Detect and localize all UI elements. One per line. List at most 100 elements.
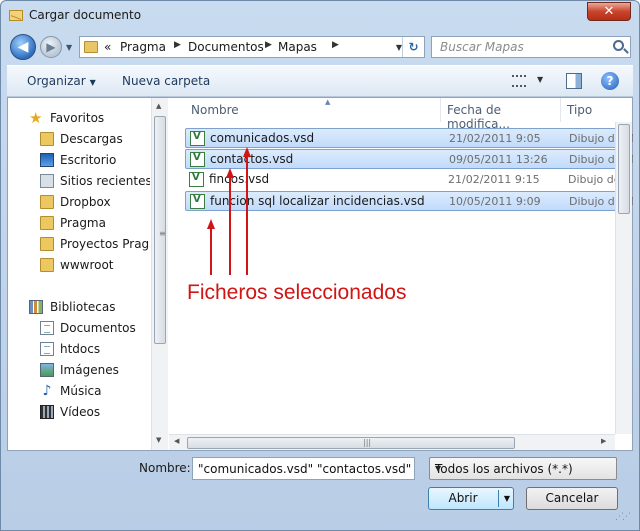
file-type-select[interactable]: Todos los archivos (*.*) ▼ bbox=[429, 457, 617, 480]
scrollbar-thumb[interactable] bbox=[618, 124, 630, 214]
music-note-icon: ♪ bbox=[42, 383, 52, 399]
refresh-button[interactable]: ↻ bbox=[402, 37, 424, 57]
sidebar-item-label: Dropbox bbox=[60, 195, 111, 209]
file-name: contactos.vsd bbox=[210, 152, 294, 166]
document-icon bbox=[40, 342, 54, 356]
sidebar-item-favoritos[interactable]: ★ Favoritos bbox=[8, 108, 150, 129]
sidebar-item-imagenes[interactable]: Imágenes bbox=[8, 360, 150, 381]
command-toolbar: Organizar ▼ Nueva carpeta ▼ ? bbox=[7, 65, 633, 97]
open-options-chevron-down-icon[interactable]: ▼ bbox=[504, 488, 510, 509]
address-bar[interactable]: « Pragma ▶ Documentos ▶ Mapas ▶ ▼ ↻ bbox=[79, 36, 425, 58]
column-header-label: Nombre bbox=[191, 103, 239, 117]
cancel-button[interactable]: Cancelar bbox=[526, 487, 618, 510]
organize-button[interactable]: Organizar ▼ bbox=[27, 74, 96, 88]
sidebar-item-descargas[interactable]: Descargas bbox=[8, 129, 150, 150]
window-title: Cargar documento bbox=[29, 8, 142, 22]
sidebar-item-bibliotecas[interactable]: Bibliotecas bbox=[8, 297, 150, 318]
folder-icon bbox=[40, 258, 54, 272]
chevron-down-icon: ▼ bbox=[435, 464, 442, 473]
file-name: fincos.vsd bbox=[209, 172, 270, 186]
sidebar-item-label: Proyectos Pragma bbox=[60, 237, 150, 251]
file-list-horizontal-scrollbar[interactable]: ◀ ||| ▶ bbox=[169, 434, 615, 450]
view-chevron-down-icon[interactable]: ▼ bbox=[537, 75, 543, 84]
new-folder-button[interactable]: Nueva carpeta bbox=[122, 74, 210, 88]
file-row[interactable]: funcion sql localizar incidencias.vsd 10… bbox=[185, 191, 633, 211]
breadcrumb-separator-icon[interactable]: ▶ bbox=[332, 40, 339, 50]
visio-file-icon bbox=[190, 152, 205, 167]
sidebar-item-label: Descargas bbox=[60, 132, 123, 146]
view-options-icon[interactable] bbox=[512, 75, 526, 87]
sidebar-item-label: Sitios recientes bbox=[60, 174, 150, 188]
file-name-value: "comunicados.vsd" "contactos.vsd" "f bbox=[198, 462, 415, 476]
scroll-right-arrow-icon[interactable]: ▶ bbox=[601, 437, 606, 445]
file-date: 21/02/2011 9:05 bbox=[449, 132, 541, 145]
help-icon[interactable]: ? bbox=[601, 72, 619, 90]
split-divider bbox=[498, 490, 499, 507]
sidebar-item-label: Música bbox=[60, 384, 102, 398]
scroll-left-arrow-icon[interactable]: ◀ bbox=[174, 437, 179, 445]
sidebar-item-htdocs[interactable]: htdocs bbox=[8, 339, 150, 360]
annotation-arrow-line bbox=[229, 177, 231, 275]
close-button[interactable]: ✕ bbox=[587, 2, 631, 21]
folder-icon bbox=[40, 237, 54, 251]
column-header-name[interactable]: Nombre ▲ bbox=[185, 98, 441, 122]
browser-content: ★ Favoritos Descargas Escritorio Sitios … bbox=[7, 97, 633, 451]
sidebar-item-wwwroot[interactable]: wwwroot bbox=[8, 255, 150, 276]
file-row[interactable]: fincos.vsd 21/02/2011 9:15 Dibujo de M bbox=[185, 170, 632, 190]
file-row[interactable]: contactos.vsd 09/05/2011 13:26 Dibujo de… bbox=[185, 149, 633, 169]
search-placeholder: Buscar Mapas bbox=[440, 40, 524, 54]
scroll-down-arrow-icon[interactable]: ▼ bbox=[156, 436, 161, 444]
open-button[interactable]: Abrir ▼ bbox=[428, 487, 514, 510]
scrollbar-thumb[interactable]: ||| bbox=[187, 437, 515, 449]
breadcrumb-pragma[interactable]: Pragma bbox=[120, 40, 166, 54]
sidebar-item-videos[interactable]: Vídeos bbox=[8, 402, 150, 423]
preview-pane-icon[interactable] bbox=[566, 73, 582, 89]
sidebar-item-label: Bibliotecas bbox=[50, 300, 116, 314]
visio-file-icon bbox=[190, 131, 205, 146]
breadcrumb-mapas[interactable]: Mapas bbox=[278, 40, 317, 54]
folder-icon bbox=[40, 195, 54, 209]
scrollbar-thumb[interactable]: ≡ bbox=[154, 116, 166, 344]
sidebar-item-pragma[interactable]: Pragma bbox=[8, 213, 150, 234]
sidebar-item-proyectos-pragma[interactable]: Proyectos Pragma bbox=[8, 234, 150, 255]
sidebar-item-label: Imágenes bbox=[60, 363, 119, 377]
sidebar-item-label: Escritorio bbox=[60, 153, 117, 167]
grip-icon: ||| bbox=[363, 438, 372, 447]
search-icon[interactable] bbox=[613, 40, 624, 51]
file-row[interactable]: comunicados.vsd 21/02/2011 9:05 Dibujo d… bbox=[185, 128, 633, 148]
file-name: funcion sql localizar incidencias.vsd bbox=[210, 194, 425, 208]
folder-icon bbox=[40, 132, 54, 146]
document-icon bbox=[40, 321, 54, 335]
recent-pages-chevron-down-icon[interactable]: ▼ bbox=[66, 43, 72, 52]
column-header-date[interactable]: Fecha de modifica... bbox=[441, 98, 561, 131]
title-bar[interactable]: Cargar documento ✕ bbox=[1, 1, 639, 31]
sidebar-item-sitios-recientes[interactable]: Sitios recientes bbox=[8, 171, 150, 192]
breadcrumb-separator-icon[interactable]: ▶ bbox=[174, 40, 181, 50]
sidebar-item-dropbox[interactable]: Dropbox bbox=[8, 192, 150, 213]
sort-ascending-icon: ▲ bbox=[325, 98, 331, 106]
breadcrumb-documentos[interactable]: Documentos bbox=[188, 40, 264, 54]
breadcrumb-separator-icon[interactable]: ▶ bbox=[265, 40, 272, 50]
forward-button[interactable]: ▶ bbox=[40, 36, 62, 58]
sidebar-item-escritorio[interactable]: Escritorio bbox=[8, 150, 150, 171]
file-name-label: Nombre: bbox=[139, 461, 191, 475]
file-name-input[interactable]: "comunicados.vsd" "contactos.vsd" "f bbox=[192, 457, 415, 480]
sidebar-item-musica[interactable]: ♪ Música bbox=[8, 381, 150, 402]
file-list: Nombre ▲ Fecha de modifica... Tipo comun… bbox=[169, 98, 633, 450]
sidebar-item-label: wwwroot bbox=[60, 258, 114, 272]
breadcrumb-prefix[interactable]: « bbox=[104, 40, 111, 54]
sidebar-item-label: htdocs bbox=[60, 342, 101, 356]
file-date: 09/05/2011 13:26 bbox=[449, 153, 548, 166]
chevron-down-icon: ▼ bbox=[89, 78, 96, 87]
sidebar-item-label: Vídeos bbox=[60, 405, 101, 419]
resize-grip-icon[interactable]: ⋰⋰ bbox=[615, 512, 631, 522]
navigation-pane-scrollbar[interactable]: ▲ ≡ ▼ bbox=[151, 98, 168, 450]
scroll-up-arrow-icon[interactable]: ▲ bbox=[156, 102, 161, 110]
column-header-type[interactable]: Tipo bbox=[561, 98, 615, 122]
visio-file-icon bbox=[190, 194, 205, 209]
recent-places-icon bbox=[40, 174, 54, 188]
sidebar-item-documentos[interactable]: Documentos bbox=[8, 318, 150, 339]
file-list-vertical-scrollbar[interactable] bbox=[615, 122, 632, 434]
back-button[interactable]: ◀ bbox=[10, 34, 36, 60]
search-input[interactable]: Buscar Mapas bbox=[431, 36, 631, 58]
